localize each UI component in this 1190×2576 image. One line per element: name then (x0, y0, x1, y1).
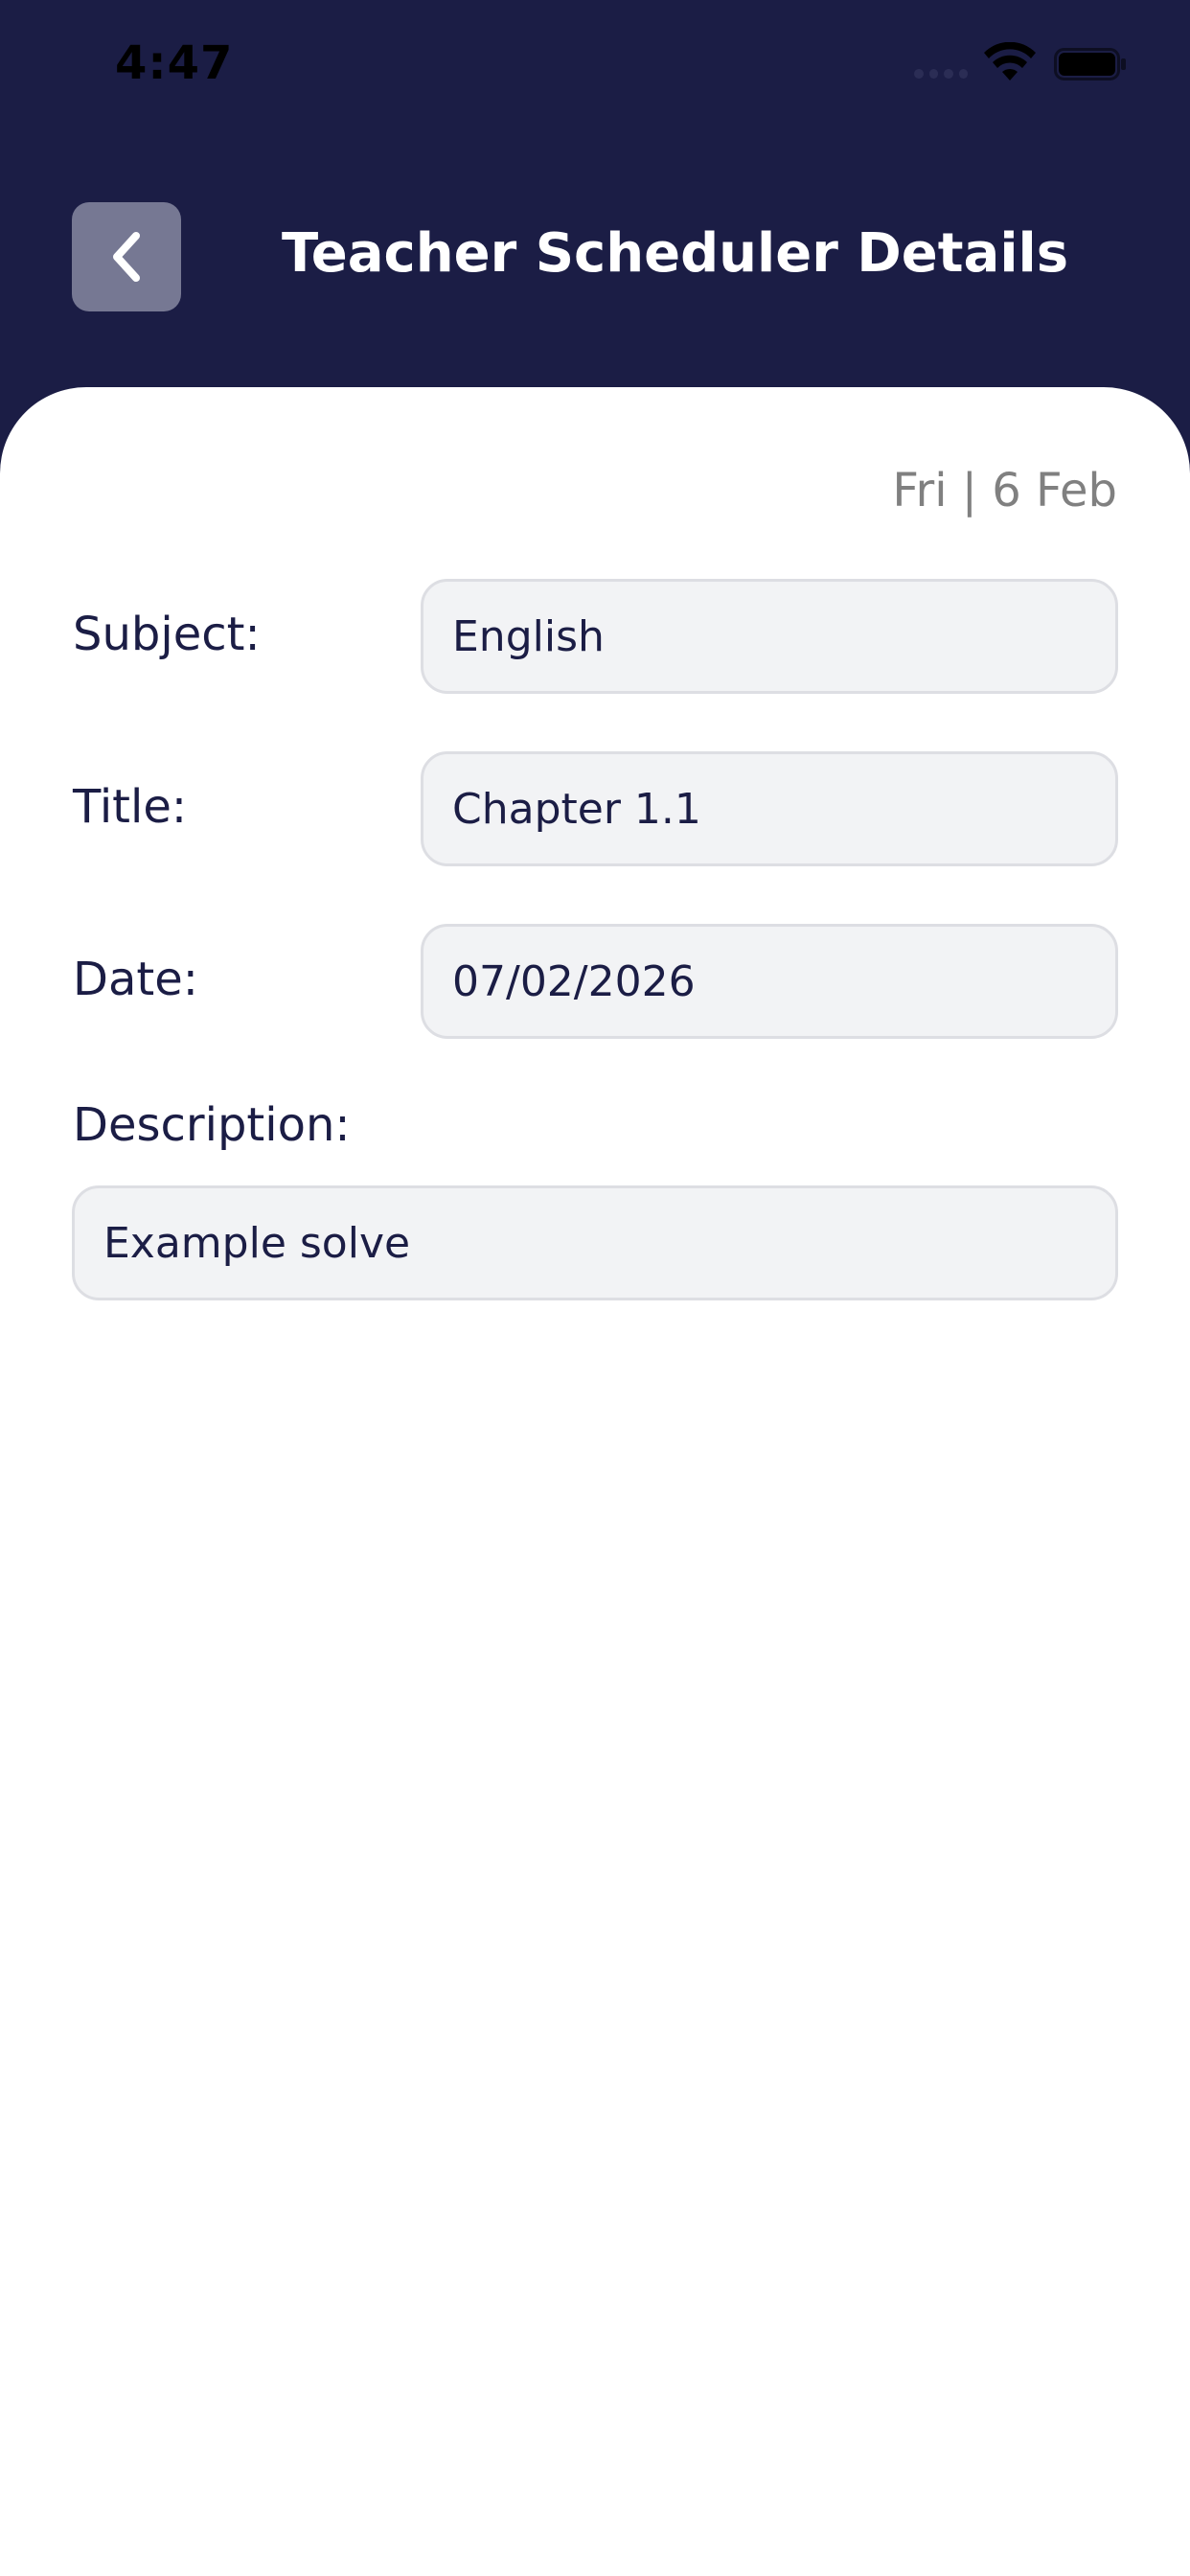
header-bar: Teacher Scheduler Details (0, 134, 1190, 387)
schedule-date-label: Fri | 6 Feb (892, 464, 1117, 518)
cellular-signal-icon (914, 69, 968, 80)
subject-label: Subject: (73, 608, 261, 661)
title-field[interactable]: Chapter 1.1 (421, 751, 1118, 866)
status-bar: 4:47 (0, 0, 1190, 134)
wifi-icon (984, 42, 1036, 80)
title-label: Title: (73, 780, 188, 834)
date-label: Date: (73, 953, 198, 1006)
description-label: Description: (73, 1098, 351, 1152)
app-screen: 4:47 Teacher Scheduler Details Fri | 6 F… (0, 0, 1190, 2576)
subject-field[interactable]: English (421, 579, 1118, 694)
page-title: Teacher Scheduler Details (282, 222, 1069, 285)
chevron-left-icon (113, 232, 140, 282)
battery-icon (1054, 48, 1126, 80)
date-field[interactable]: 07/02/2026 (421, 924, 1118, 1039)
description-field[interactable]: Example solve (72, 1185, 1118, 1300)
status-time: 4:47 (115, 36, 234, 90)
details-card: Fri | 6 Feb Subject: English Title: Chap… (0, 387, 1190, 2576)
back-button[interactable] (72, 202, 181, 311)
